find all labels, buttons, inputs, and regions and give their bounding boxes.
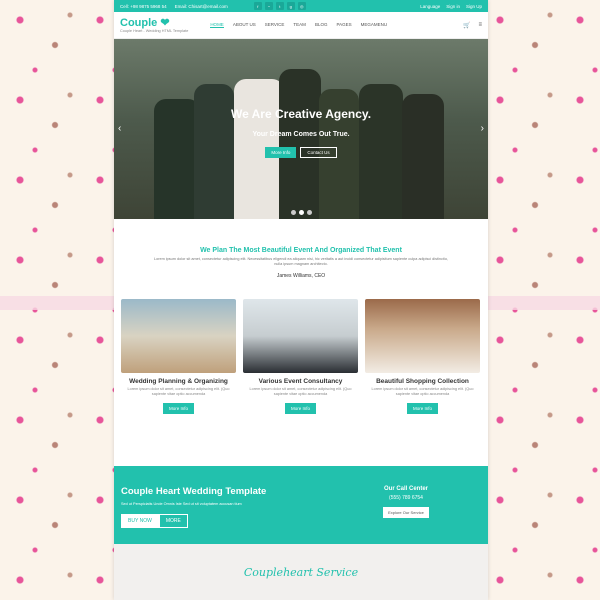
rss-icon[interactable]: ◔ <box>264 2 273 10</box>
shopping-image <box>365 299 480 373</box>
intro-section: We Plan The Most Beautiful Event And Org… <box>114 219 488 279</box>
nav-team[interactable]: TEAM <box>293 22 306 28</box>
intro-heading: We Plan The Most Beautiful Event And Org… <box>200 247 402 254</box>
explore-service-button[interactable]: Explore Our Service <box>383 507 429 518</box>
language-link[interactable]: Language <box>420 4 440 9</box>
main-menu: HOME ABOUT US SERVICE TEAM BLOG PAGES ME… <box>210 22 387 28</box>
service-card: Beautiful Shopping Collection Lorem ipsu… <box>365 299 480 415</box>
services-cards: Wedding Planning & Organizing Lorem ipsu… <box>114 299 488 415</box>
card-text: Lorem ipsum dolor sit amet, consectetur … <box>371 387 474 396</box>
card-more-button[interactable]: More Info <box>284 403 316 414</box>
email-text: Email: Chisart@email.com <box>174 3 228 9</box>
more-button[interactable]: MORE <box>158 514 188 528</box>
intro-text: Lorem ipsum dolor sit amet, consectetur … <box>154 257 448 266</box>
ceo-name: James Williams, CEO <box>276 273 326 279</box>
logo[interactable]: Couple ❤ Couple Heart - Wedding HTML Tem… <box>120 16 189 33</box>
social-icons: f ◔ t g ◎ <box>253 2 306 10</box>
nav-megamenu[interactable]: MEGAMENU <box>361 22 388 28</box>
nav-service[interactable]: SERVICE <box>265 22 285 28</box>
consultancy-image <box>243 299 358 373</box>
slider-dot[interactable] <box>306 210 312 215</box>
call-number: (555) 789 6754 <box>389 495 423 501</box>
menu-icon[interactable]: ≡ <box>478 22 482 29</box>
service-card: Various Event Consultancy Lorem ipsum do… <box>243 299 358 415</box>
call-heading: Our Call Center <box>383 486 428 492</box>
slider-dot[interactable] <box>290 210 296 215</box>
signup-link[interactable]: Sign Up <box>466 4 482 9</box>
phone-text: Cell: +98 9875 5968 54 <box>120 3 167 9</box>
navbar: Couple ❤ Couple Heart - Wedding HTML Tem… <box>114 12 488 39</box>
slider-dot[interactable] <box>298 210 304 215</box>
card-text: Lorem ipsum dolor sit amet, consectetur … <box>249 387 352 396</box>
heart-icon: ❤ <box>160 16 170 29</box>
card-text: Lorem ipsum dolor sit amet, consectetur … <box>127 387 230 396</box>
brand-tagline: Couple Heart - Wedding HTML Template <box>120 28 189 33</box>
service-card: Wedding Planning & Organizing Lorem ipsu… <box>121 299 236 415</box>
website-page: Cell: +98 9875 5968 54 Email: Chisart@em… <box>114 0 488 600</box>
cart-icon[interactable]: 🛒 <box>463 22 470 29</box>
service-section: Coupleheart Service <box>114 544 488 600</box>
card-more-button[interactable]: More Info <box>162 403 194 414</box>
nav-home[interactable]: HOME <box>210 22 224 28</box>
nav-pages[interactable]: PAGES <box>336 22 351 28</box>
signin-link[interactable]: Sign in <box>446 4 460 9</box>
hero-subtitle: Your Dream Comes Out True. <box>252 131 350 138</box>
wedding-image <box>121 299 236 373</box>
card-more-button[interactable]: More Info <box>406 403 438 414</box>
hero-figure <box>279 69 321 219</box>
brand-name: Couple <box>120 16 158 29</box>
cta-section: Couple Heart Wedding Template Sed ut Per… <box>114 466 488 544</box>
hero-title: We Are Creative Agency. <box>230 107 372 121</box>
call-center: Our Call Center (555) 789 6754 Explore O… <box>376 486 436 519</box>
nav-about[interactable]: ABOUT US <box>233 22 256 28</box>
instagram-icon[interactable]: ◎ <box>297 2 306 10</box>
buy-now-button[interactable]: BUY NOW <box>121 514 159 528</box>
cta-title: Couple Heart Wedding Template <box>121 486 267 497</box>
nav-blog[interactable]: BLOG <box>315 22 328 28</box>
service-title: Coupleheart Service <box>243 566 359 579</box>
card-title: Beautiful Shopping Collection <box>376 378 469 385</box>
contact-us-button[interactable]: Contact Us <box>300 147 337 158</box>
google-icon[interactable]: g <box>286 2 295 10</box>
hero-slider: ‹ › We Are Creative Agency. Your Dream C… <box>114 39 488 219</box>
facebook-icon[interactable]: f <box>253 2 262 10</box>
more-info-button[interactable]: More Info <box>265 147 297 158</box>
twitter-icon[interactable]: t <box>275 2 284 10</box>
top-bar: Cell: +98 9875 5968 54 Email: Chisart@em… <box>114 0 488 12</box>
card-title: Various Event Consultancy <box>258 378 343 385</box>
card-title: Wedding Planning & Organizing <box>129 378 228 385</box>
slider-dots <box>114 210 488 215</box>
cta-desc: Sed ut Perspiciatis Unde Omnis Iste Sed … <box>121 502 242 506</box>
